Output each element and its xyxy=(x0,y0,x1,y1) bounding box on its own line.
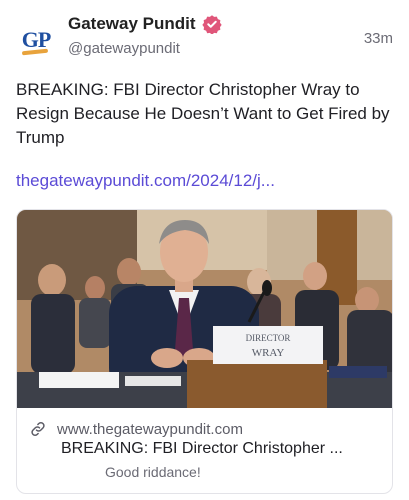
link-preview-card[interactable]: DIRECTOR WRAY www.thegatewaypundit.com B… xyxy=(16,209,393,494)
post-card[interactable]: GP Gateway Pundit @gatewaypundit 33m BRE… xyxy=(0,0,409,500)
preview-meta: www.thegatewaypundit.com BREAKING: FBI D… xyxy=(17,408,392,493)
nameplate-line2: WRAY xyxy=(252,347,285,359)
preview-url-row: www.thegatewaypundit.com xyxy=(29,420,243,438)
name-row: Gateway Pundit xyxy=(68,14,222,34)
avatar[interactable]: GP xyxy=(16,20,56,60)
verified-badge-icon xyxy=(201,15,222,34)
post-header: GP Gateway Pundit @gatewaypundit 33m xyxy=(16,14,393,62)
post-link[interactable]: thegatewaypundit.com/2024/12/j... xyxy=(16,171,275,191)
post-text: BREAKING: FBI Director Christopher Wray … xyxy=(16,80,390,147)
handle[interactable]: @gatewaypundit xyxy=(68,40,180,57)
display-name[interactable]: Gateway Pundit xyxy=(68,14,196,34)
nameplate-line1: DIRECTOR xyxy=(246,333,291,343)
link-icon xyxy=(31,421,45,437)
preview-domain[interactable]: www.thegatewaypundit.com xyxy=(57,421,243,438)
preview-title[interactable]: BREAKING: FBI Director Christopher ... xyxy=(61,440,381,458)
post-timestamp[interactable]: 33m xyxy=(364,30,393,47)
preview-image[interactable]: DIRECTOR WRAY xyxy=(17,210,392,408)
hearing-photo: DIRECTOR WRAY xyxy=(17,210,392,408)
preview-description: Good riddance! xyxy=(105,464,201,480)
